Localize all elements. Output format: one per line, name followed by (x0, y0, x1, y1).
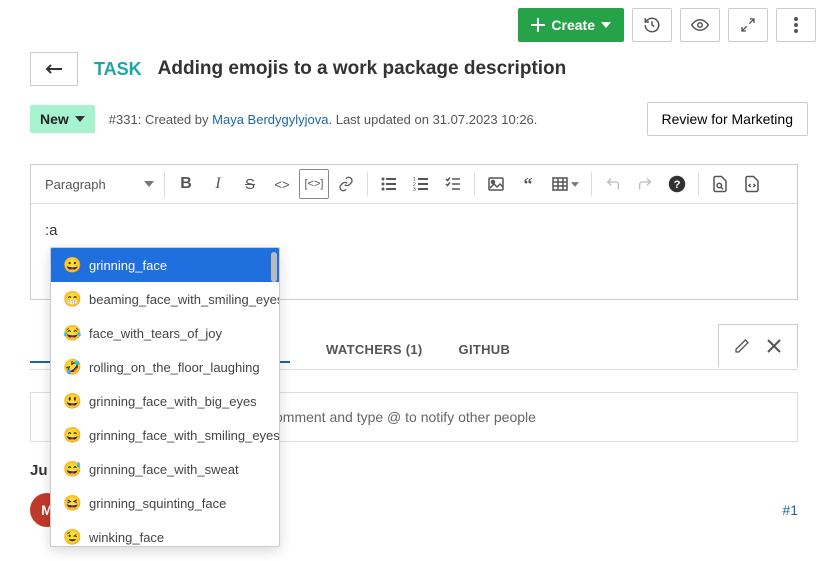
author-link[interactable]: Maya Berdygylyjova (212, 112, 328, 127)
emoji-name: grinning_face (89, 258, 167, 273)
task-list-icon (445, 176, 461, 192)
meta-updated: . Last updated on 31.07.2023 10:26. (328, 112, 537, 127)
tab-watchers[interactable]: WATCHERS (1) (326, 330, 423, 369)
undo-icon (605, 176, 621, 192)
emoji-glyph: 😄 (63, 426, 81, 444)
help-button[interactable]: ? (662, 169, 692, 199)
activity-button[interactable] (632, 8, 672, 42)
help-icon: ? (668, 175, 686, 193)
svg-text:?: ? (674, 179, 681, 191)
tab-close-button[interactable] (759, 331, 789, 361)
block-style-label: Paragraph (45, 177, 106, 192)
chevron-down-icon (571, 182, 579, 187)
image-icon (488, 176, 504, 192)
expand-icon (740, 17, 756, 33)
chevron-down-icon (75, 116, 85, 122)
emoji-name: grinning_face_with_big_eyes (89, 394, 257, 409)
emoji-glyph: 😀 (63, 256, 81, 274)
page-title[interactable]: Adding emojis to a work package descript… (158, 58, 567, 80)
undo-button[interactable] (598, 169, 628, 199)
chevron-down-icon (144, 181, 154, 187)
create-label: Create (551, 17, 595, 33)
back-arrow-icon (45, 63, 63, 75)
meta-text: #331: Created by Maya Berdygylyjova. Las… (109, 112, 538, 127)
quote-button[interactable]: “ (513, 169, 543, 199)
bullet-list-icon (381, 176, 397, 192)
editor-toolbar: Paragraph B I S <> [<>] 123 “ (31, 165, 797, 204)
table-button[interactable] (545, 169, 585, 199)
eye-icon (691, 16, 709, 34)
link-button[interactable] (331, 169, 361, 199)
emoji-glyph: 😁 (63, 290, 81, 308)
emoji-glyph: 🤣 (63, 358, 81, 376)
image-button[interactable] (481, 169, 511, 199)
create-button[interactable]: Create (518, 8, 624, 42)
emoji-glyph: 😂 (63, 324, 81, 342)
link-icon (338, 176, 354, 192)
emoji-option[interactable]: 😁 beaming_face_with_smiling_eyes (51, 282, 279, 316)
chevron-down-icon (601, 22, 611, 28)
status-badge[interactable]: New (30, 105, 95, 133)
emoji-option[interactable]: 😉 winking_face (51, 520, 279, 547)
emoji-glyph: 😅 (63, 460, 81, 478)
meta-prefix: #331: Created by (109, 112, 212, 127)
tab-github[interactable]: GITHUB (459, 330, 511, 369)
emoji-name: rolling_on_the_floor_laughing (89, 360, 260, 375)
strike-button[interactable]: S (235, 169, 265, 199)
emoji-option[interactable]: 🤣 rolling_on_the_floor_laughing (51, 350, 279, 384)
fullscreen-button[interactable] (728, 8, 768, 42)
activity-link[interactable]: #1 (782, 502, 798, 518)
numbered-list-icon: 123 (413, 176, 429, 192)
svg-text:3: 3 (413, 187, 416, 192)
editor-content: :a (45, 222, 58, 239)
type-label: TASK (94, 59, 142, 80)
watch-button[interactable] (680, 8, 720, 42)
preview-button[interactable] (705, 169, 735, 199)
macro-button[interactable]: [<>] (299, 169, 329, 199)
redo-icon (637, 176, 653, 192)
emoji-option[interactable]: 😄 grinning_face_with_smiling_eyes (51, 418, 279, 452)
numbered-list-button[interactable]: 123 (406, 169, 436, 199)
emoji-name: winking_face (89, 530, 164, 545)
task-list-button[interactable] (438, 169, 468, 199)
bullet-list-button[interactable] (374, 169, 404, 199)
code-button[interactable]: <> (267, 169, 297, 199)
comment-placeholder: omment and type @ to notify other people (275, 409, 536, 425)
back-button[interactable] (30, 52, 78, 86)
pencil-icon (734, 338, 750, 354)
file-preview-icon (711, 175, 729, 193)
close-icon (767, 339, 781, 353)
block-style-select[interactable]: Paragraph (35, 171, 165, 198)
snippet-button[interactable] (737, 169, 767, 199)
italic-button[interactable]: I (203, 169, 233, 199)
emoji-name: grinning_face_with_smiling_eyes (89, 428, 280, 443)
emoji-glyph: 😃 (63, 392, 81, 410)
plus-icon (531, 18, 545, 32)
redo-button[interactable] (630, 169, 660, 199)
emoji-option[interactable]: 😅 grinning_face_with_sweat (51, 452, 279, 486)
history-icon (643, 16, 661, 34)
emoji-option[interactable]: 😆 grinning_squinting_face (51, 486, 279, 520)
emoji-name: beaming_face_with_smiling_eyes (89, 292, 280, 307)
emoji-name: face_with_tears_of_joy (89, 326, 222, 341)
file-code-icon (743, 175, 761, 193)
tab-edit-button[interactable] (727, 331, 757, 361)
scrollbar[interactable] (271, 252, 277, 542)
emoji-option[interactable]: 😃 grinning_face_with_big_eyes (51, 384, 279, 418)
bold-button[interactable]: B (171, 169, 201, 199)
emoji-option[interactable]: 😀 grinning_face (51, 248, 279, 282)
emoji-option[interactable]: 😂 face_with_tears_of_joy (51, 316, 279, 350)
table-icon (552, 176, 568, 192)
kebab-icon (794, 17, 798, 33)
custom-action-button[interactable]: Review for Marketing (647, 102, 809, 136)
status-label: New (40, 111, 69, 127)
scrollbar-thumb[interactable] (271, 252, 277, 282)
emoji-name: grinning_squinting_face (89, 496, 226, 511)
emoji-glyph: 😆 (63, 494, 81, 512)
more-menu-button[interactable] (776, 8, 816, 42)
emoji-autocomplete: 😀 grinning_face 😁 beaming_face_with_smiling… (50, 247, 280, 547)
emoji-name: grinning_face_with_sweat (89, 462, 239, 477)
emoji-glyph: 😉 (63, 528, 81, 546)
